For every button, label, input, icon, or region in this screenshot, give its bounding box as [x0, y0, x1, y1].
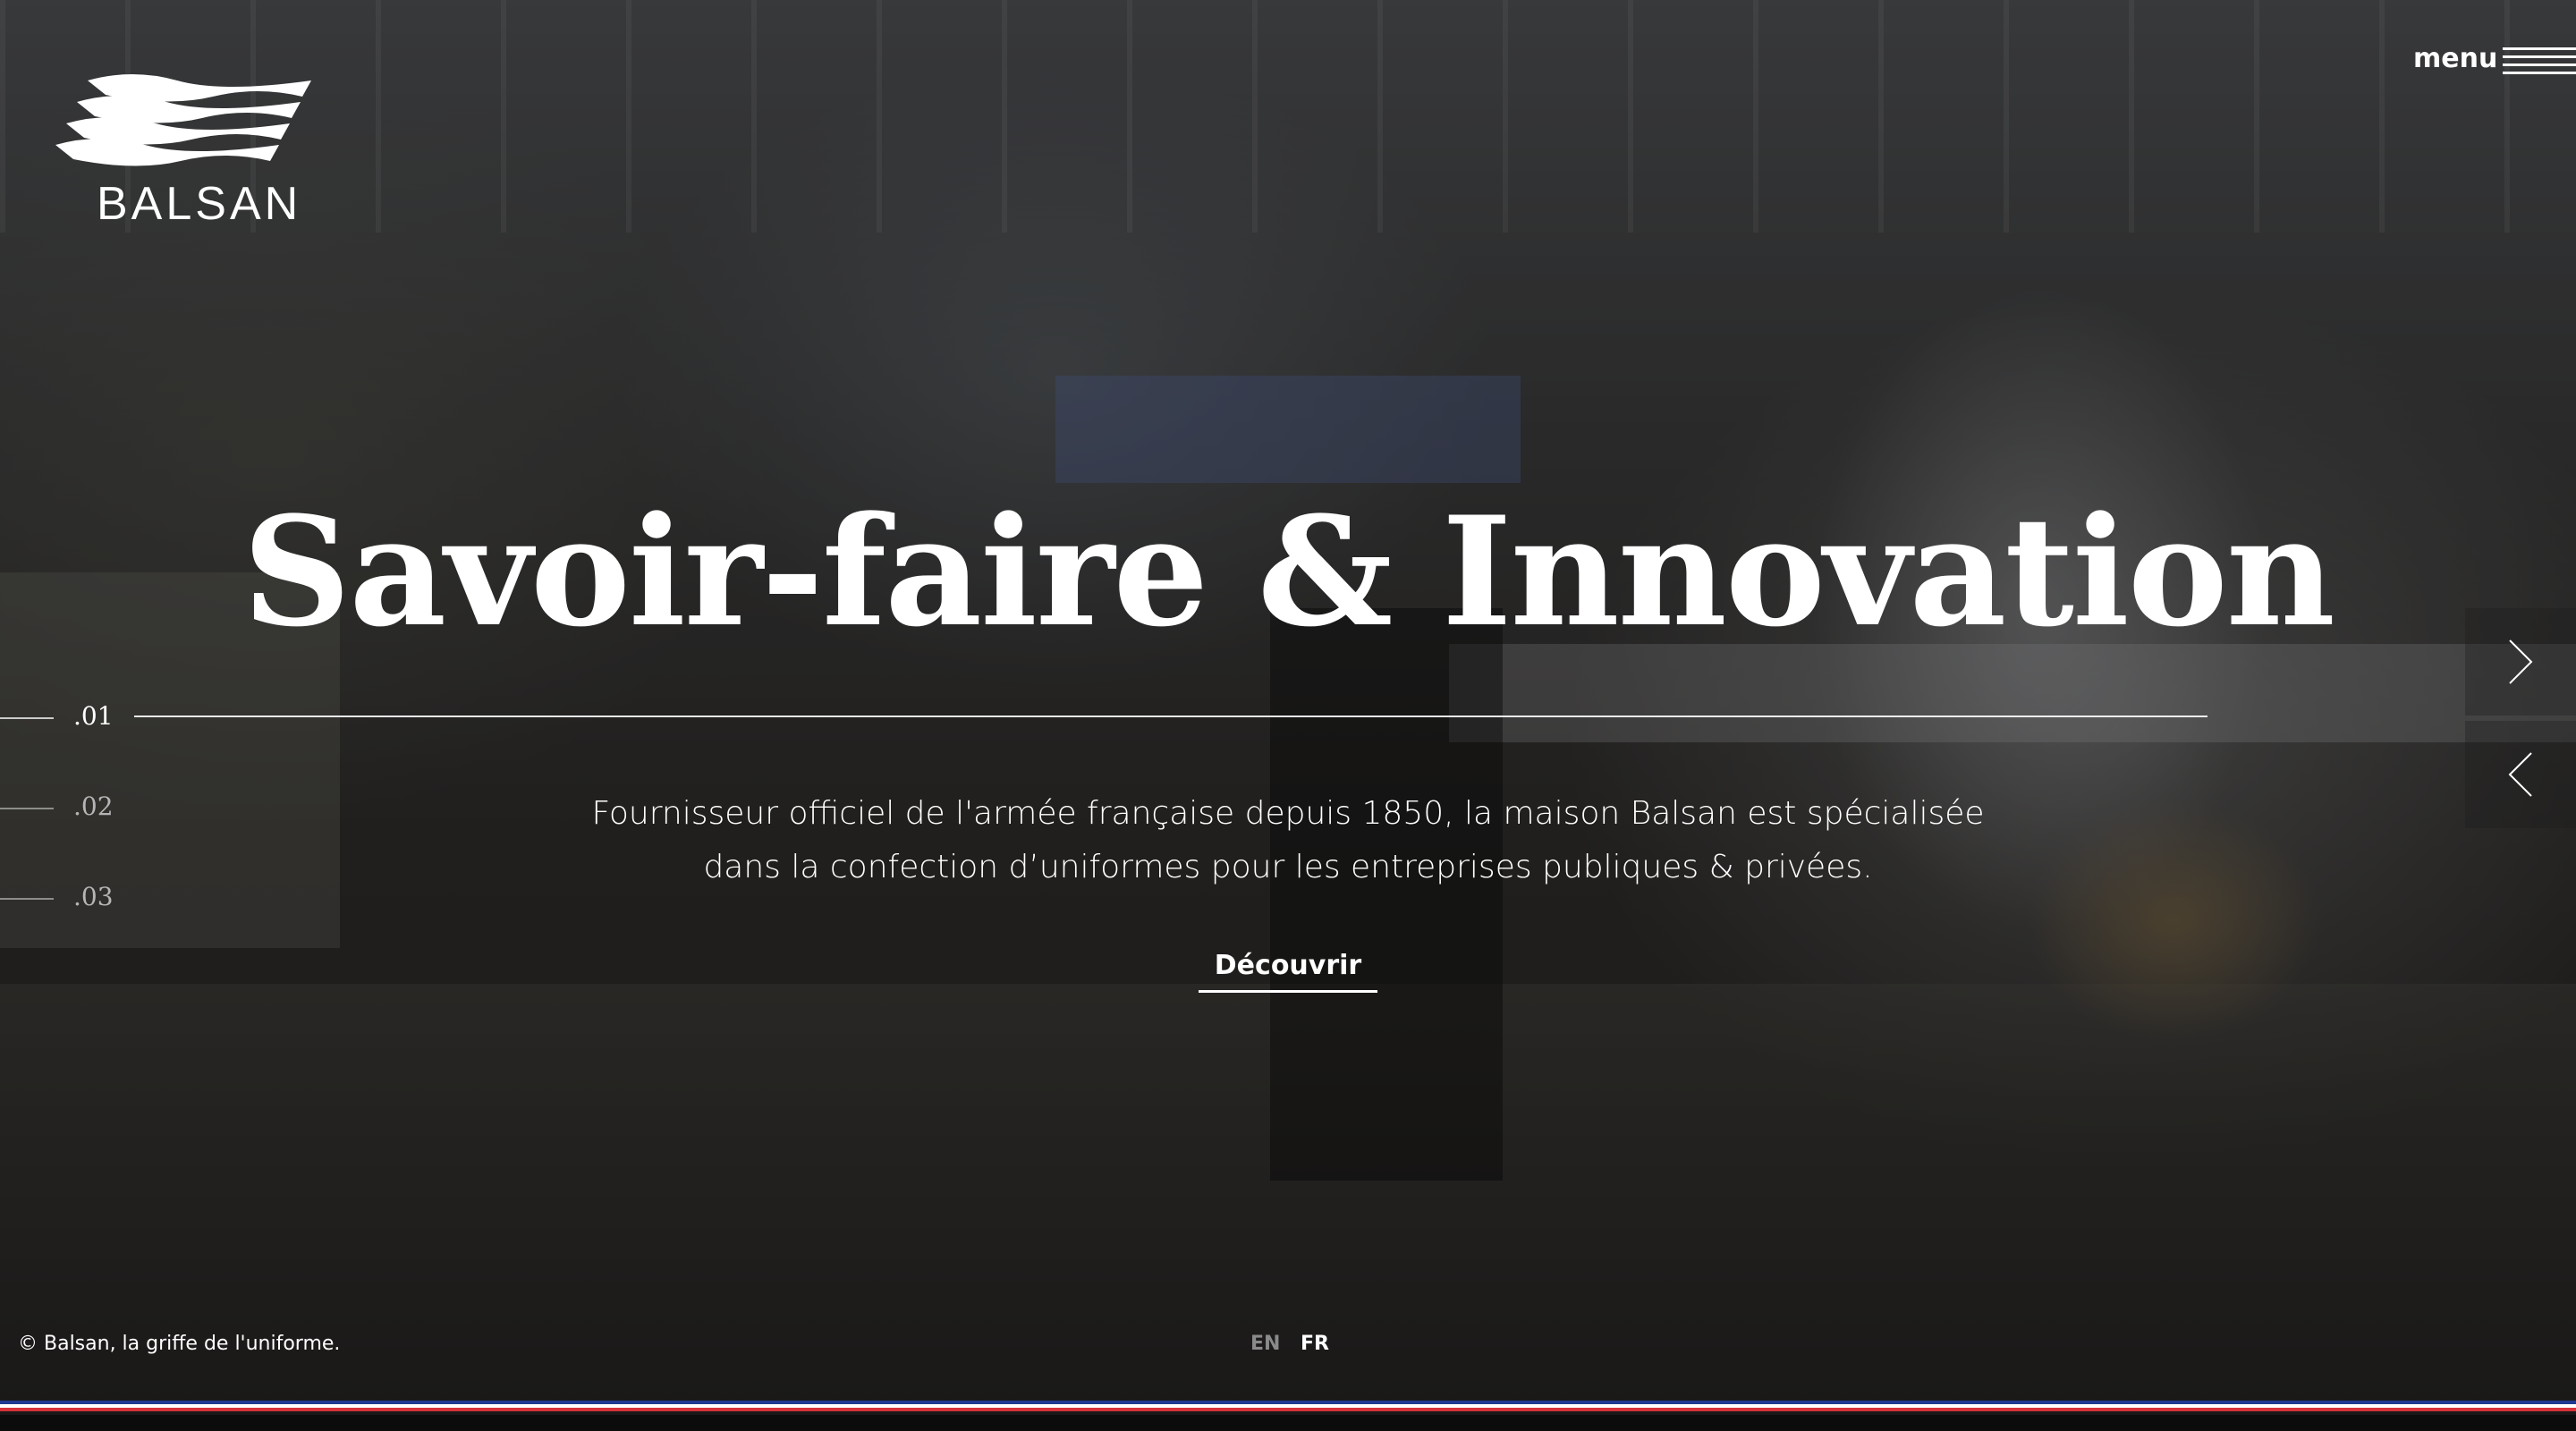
chevron-right-icon — [2509, 639, 2533, 684]
next-slide-button[interactable] — [2465, 608, 2576, 716]
discover-button[interactable]: Découvrir — [1199, 950, 1377, 993]
page-title: Savoir-faire & Innovation — [242, 483, 2335, 660]
menu-button[interactable]: menu — [2406, 36, 2576, 80]
chevron-left-icon — [2508, 752, 2532, 797]
prev-slide-button[interactable] — [2465, 721, 2576, 828]
headline-divider — [134, 716, 2207, 717]
brand-logo[interactable]: BALSAN — [52, 72, 320, 230]
slide-index-line — [0, 808, 54, 809]
hero-description-line: Fournisseur officiel de l'armée français… — [591, 795, 1985, 832]
copyright-text: © Balsan, la griffe de l'uniforme. — [18, 1333, 341, 1355]
slide-index-label: .01 — [73, 701, 114, 731]
hero-description-line: dans la confection d’uniformes pour les … — [703, 849, 1873, 885]
slide-index-line — [0, 898, 54, 900]
wave-flag-icon — [55, 74, 311, 166]
brand-name: BALSAN — [97, 178, 302, 230]
flag-stripe-red — [0, 1408, 2576, 1411]
hamburger-icon — [2503, 47, 2576, 74]
slide-index-03[interactable]: .03 — [0, 880, 125, 916]
slide-index-01[interactable]: .01 — [0, 699, 125, 735]
bottom-bar — [0, 1415, 2576, 1431]
hero-section: BALSAN menu Savoir-faire & Innovation .0… — [0, 0, 2576, 1431]
slide-index-label: .03 — [73, 882, 114, 911]
menu-label: menu — [2413, 43, 2498, 74]
slide-index-02[interactable]: .02 — [0, 790, 125, 826]
hero-description: Fournisseur officiel de l'armée français… — [572, 787, 2004, 894]
lang-en-link[interactable]: EN — [1250, 1333, 1280, 1355]
lang-fr-link[interactable]: FR — [1301, 1333, 1329, 1355]
slide-index-line — [0, 717, 54, 719]
slide-index-label: .02 — [73, 792, 114, 821]
